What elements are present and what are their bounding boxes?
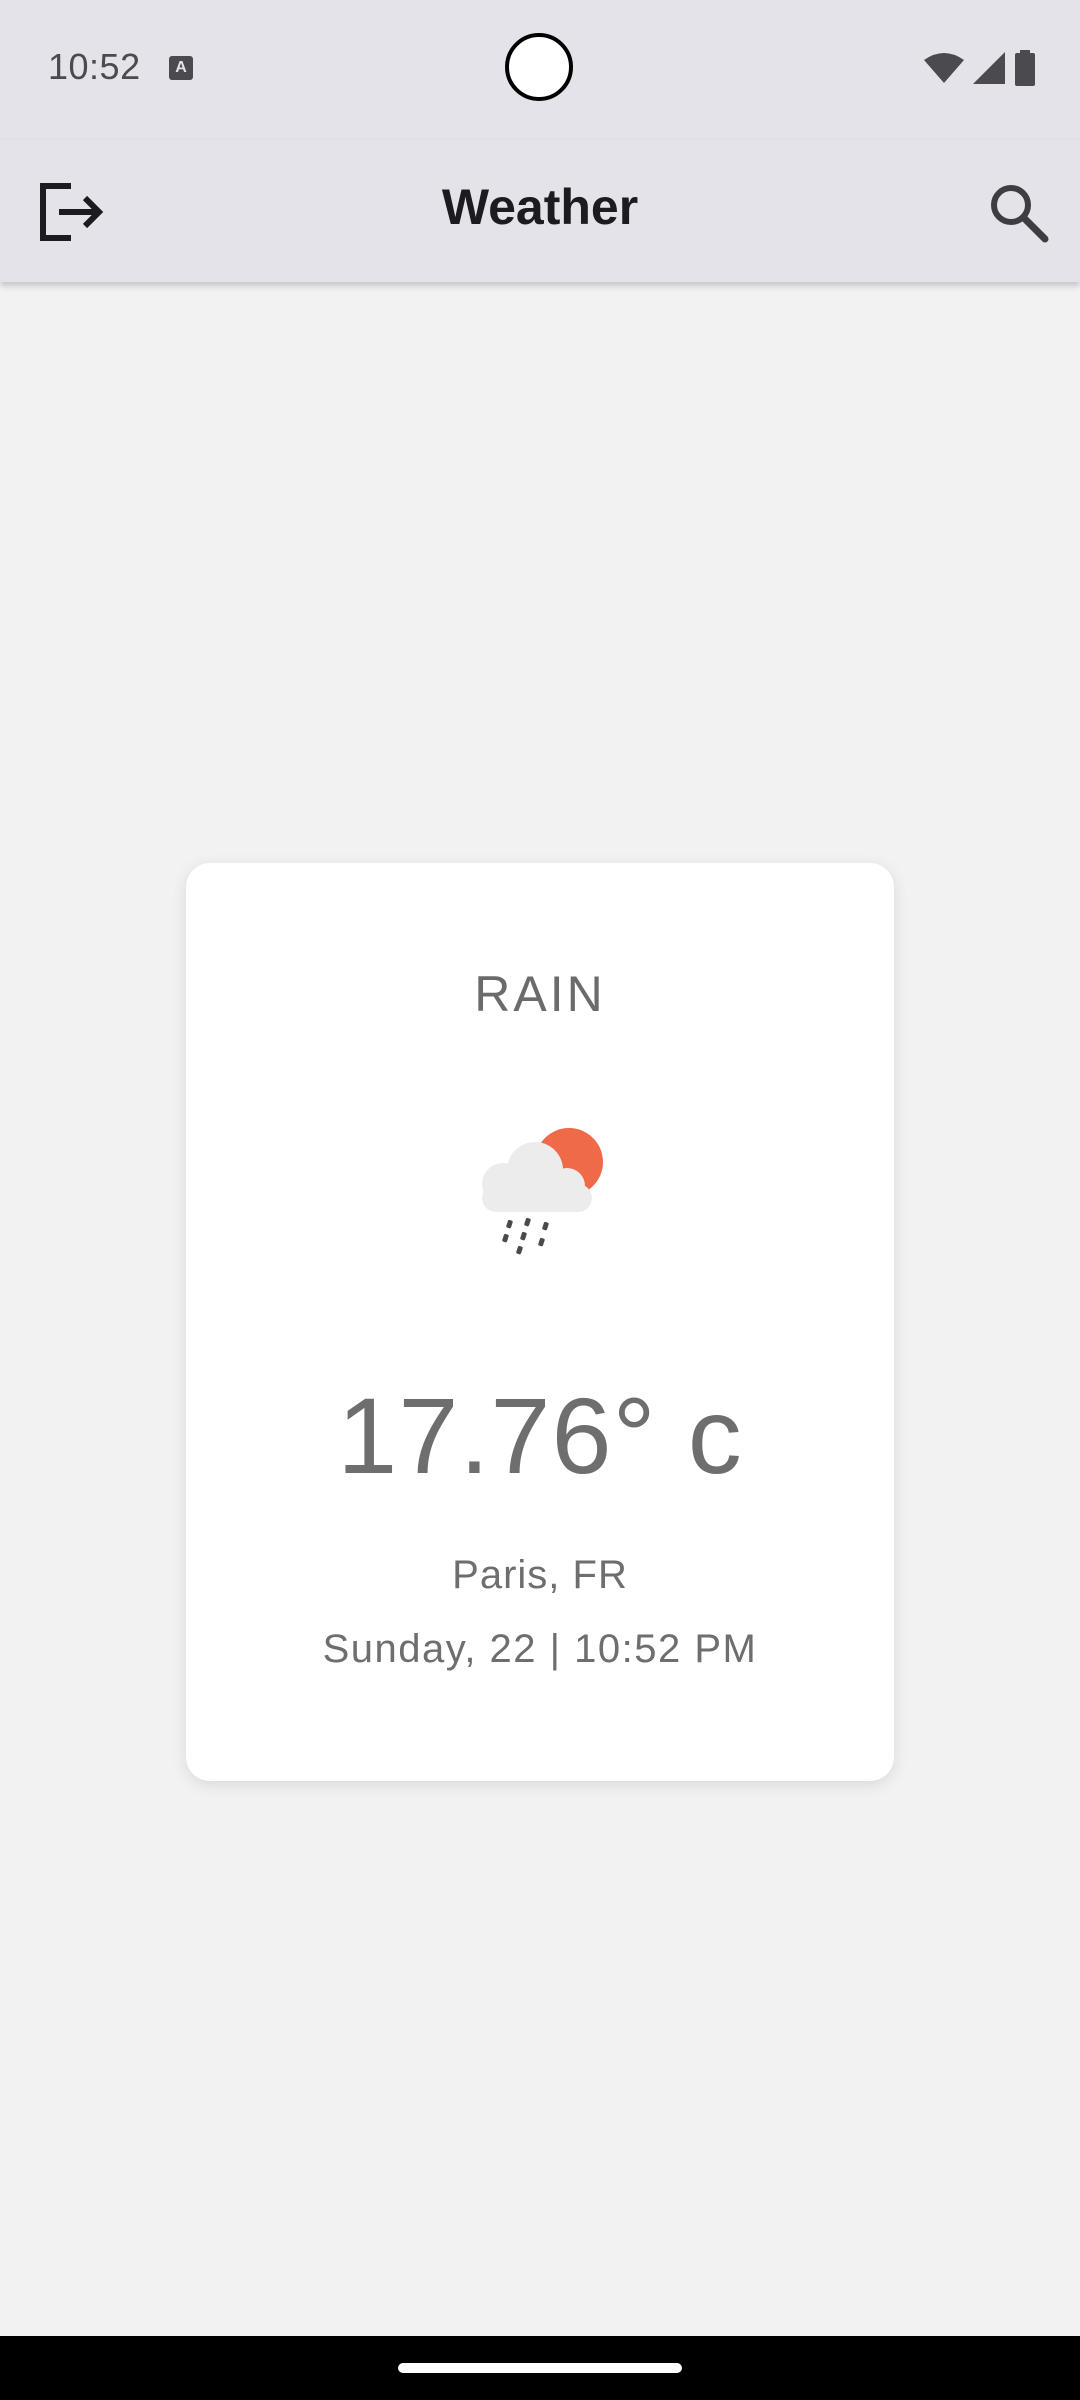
status-bar: 10:52 A <box>0 0 1080 140</box>
status-icons <box>924 50 1036 86</box>
wifi-icon <box>924 53 964 83</box>
weather-card: RAIN 17.76° c Paris, FR Sunday, 22 | 10:… <box>186 863 894 1781</box>
location: Paris, FR <box>452 1553 628 1597</box>
app-bar: Weather <box>0 140 1080 282</box>
date-time: Sunday, 22 | 10:52 PM <box>322 1627 758 1671</box>
search-button[interactable] <box>976 170 1060 254</box>
status-time: 10:52 <box>48 46 141 87</box>
camera-cutout <box>505 33 573 101</box>
battery-icon <box>1015 50 1035 86</box>
keyboard-notification-icon: A <box>169 56 193 80</box>
search-icon <box>991 185 1049 243</box>
rain-cloud-sun-icon <box>482 1128 603 1255</box>
page-title: Weather <box>441 179 639 235</box>
cellular-signal-icon <box>973 52 1005 84</box>
weather-condition: RAIN <box>474 966 606 1022</box>
screen: 10:52 A Weather RAIN 17.76° c Paris, FR … <box>0 0 1080 2400</box>
home-indicator[interactable] <box>398 2363 682 2373</box>
temperature: 17.76° c <box>337 1375 743 1496</box>
